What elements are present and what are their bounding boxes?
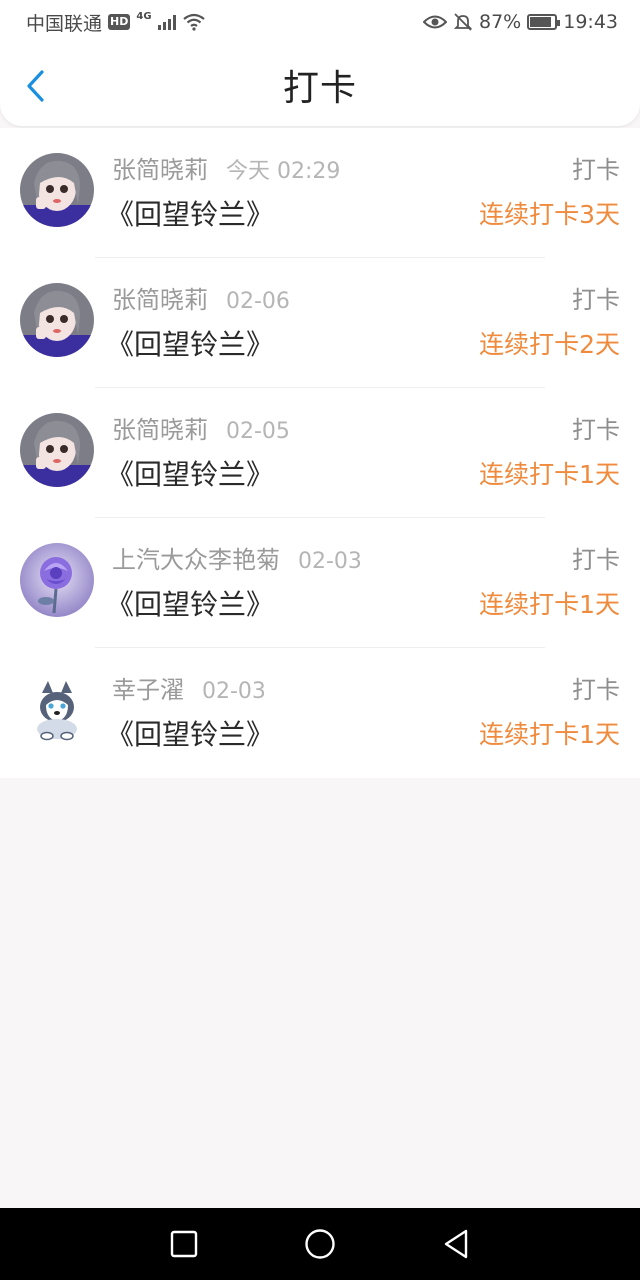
recent-apps-button[interactable] xyxy=(116,1208,252,1280)
app-header: 打卡 xyxy=(0,44,640,126)
book-title[interactable]: 《回望铃兰》 xyxy=(106,193,274,233)
checkin-content: 张简晓莉 今天 02:29 打卡 《回望铃兰》 连续打卡3天 xyxy=(106,150,620,238)
home-button[interactable] xyxy=(252,1208,388,1280)
action-label: 打卡 xyxy=(572,415,620,444)
avatar-purple-rose[interactable] xyxy=(20,543,94,617)
checkin-row[interactable]: 张简晓莉 今天 02:29 打卡 《回望铃兰》 连续打卡3天 xyxy=(0,128,640,258)
action-label: 打卡 xyxy=(572,285,620,314)
avatar-anime-girl[interactable] xyxy=(20,153,94,227)
avatar-anime-girl[interactable] xyxy=(20,413,94,487)
checkin-row[interactable]: 幸子濯 02-03 打卡 《回望铃兰》 连续打卡1天 xyxy=(0,648,640,778)
carrier-label: 中国联通 xyxy=(26,12,103,35)
checkin-row[interactable]: 张简晓莉 02-06 打卡 《回望铃兰》 连续打卡2天 xyxy=(0,258,640,388)
post-time: 02-03 xyxy=(202,678,266,704)
action-label: 打卡 xyxy=(572,155,620,184)
checkin-content: 张简晓莉 02-05 打卡 《回望铃兰》 连续打卡1天 xyxy=(106,410,620,498)
chevron-left-icon xyxy=(27,70,44,102)
back-button[interactable] xyxy=(18,66,54,106)
post-time: 今天 02:29 xyxy=(226,158,341,184)
battery-icon xyxy=(527,14,561,30)
streak-label: 连续打卡3天 xyxy=(479,200,620,229)
user-name[interactable]: 张简晓莉 xyxy=(112,410,208,445)
action-label: 打卡 xyxy=(572,675,620,704)
avatar-husky-dog[interactable] xyxy=(20,673,94,747)
eye-icon xyxy=(423,15,447,29)
signal-icon xyxy=(157,14,176,30)
hd-badge: HD xyxy=(108,14,131,30)
network-type: 4G xyxy=(136,10,152,22)
triangle-back-icon xyxy=(444,1229,468,1259)
book-title[interactable]: 《回望铃兰》 xyxy=(106,453,274,493)
screen: 中国联通 HD 4G 87% 19:43 打卡 张简晓莉 今天 02:29 打卡… xyxy=(0,0,640,1280)
checkin-row[interactable]: 张简晓莉 02-05 打卡 《回望铃兰》 连续打卡1天 xyxy=(0,388,640,518)
nav-back-button[interactable] xyxy=(388,1208,524,1280)
post-time: 02-05 xyxy=(226,418,290,444)
status-left: 中国联通 HD 4G xyxy=(26,9,206,36)
circle-icon xyxy=(305,1229,335,1259)
post-time: 02-06 xyxy=(226,288,290,314)
system-nav-bar xyxy=(0,1208,640,1280)
user-name[interactable]: 上汽大众李艳菊 xyxy=(112,540,280,575)
square-icon xyxy=(170,1230,198,1258)
book-title[interactable]: 《回望铃兰》 xyxy=(106,323,274,363)
checkin-row[interactable]: 上汽大众李艳菊 02-03 打卡 《回望铃兰》 连续打卡1天 xyxy=(0,518,640,648)
action-label: 打卡 xyxy=(572,545,620,574)
battery-percent: 87% xyxy=(479,11,522,33)
avatar-anime-girl[interactable] xyxy=(20,283,94,357)
checkin-list: 张简晓莉 今天 02:29 打卡 《回望铃兰》 连续打卡3天 张简晓莉 02-0… xyxy=(0,128,640,778)
checkin-content: 上汽大众李艳菊 02-03 打卡 《回望铃兰》 连续打卡1天 xyxy=(106,540,620,628)
checkin-content: 张简晓莉 02-06 打卡 《回望铃兰》 连续打卡2天 xyxy=(106,280,620,368)
user-name[interactable]: 张简晓莉 xyxy=(112,150,208,185)
page-title: 打卡 xyxy=(282,68,357,109)
streak-label: 连续打卡1天 xyxy=(479,590,620,619)
status-bar: 中国联通 HD 4G 87% 19:43 xyxy=(0,0,640,44)
user-name[interactable]: 幸子濯 xyxy=(112,670,184,705)
book-title[interactable]: 《回望铃兰》 xyxy=(106,583,274,623)
bell-muted-icon xyxy=(453,13,473,31)
status-right: 87% 19:43 xyxy=(423,11,618,33)
battery-level xyxy=(530,17,552,27)
streak-label: 连续打卡1天 xyxy=(479,720,620,749)
checkin-content: 幸子濯 02-03 打卡 《回望铃兰》 连续打卡1天 xyxy=(106,670,620,758)
streak-label: 连续打卡1天 xyxy=(479,460,620,489)
streak-label: 连续打卡2天 xyxy=(479,330,620,359)
book-title[interactable]: 《回望铃兰》 xyxy=(106,713,274,753)
clock: 19:43 xyxy=(563,11,618,33)
user-name[interactable]: 张简晓莉 xyxy=(112,280,208,315)
wifi-icon xyxy=(182,13,205,31)
post-time: 02-03 xyxy=(298,548,362,574)
